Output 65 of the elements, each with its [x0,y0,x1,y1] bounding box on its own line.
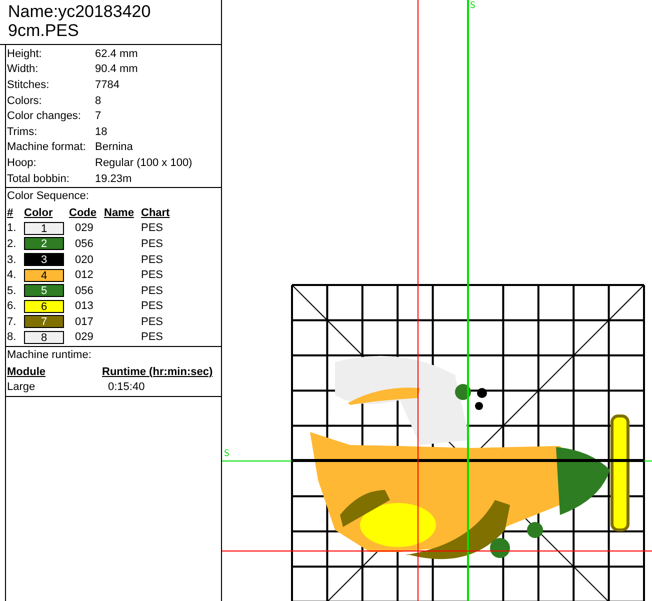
runtime-value: 0:15:40 [108,381,146,394]
row-index: 1. [7,222,18,234]
thread-chart: PES [141,331,164,344]
thread-chart: PES [141,284,164,297]
property-value: 7 [95,110,102,122]
property-value: 18 [95,126,108,138]
row-index: 3. [7,254,18,266]
row-index: 8. [7,331,18,344]
color-swatch: 5 [24,284,64,298]
row-index: 6. [7,300,18,312]
thread-code: 029 [74,331,94,344]
property-value: 8 [95,94,102,107]
column-header: Color [24,206,54,219]
property-value: 7784 [95,78,120,91]
thread-chart: PES [141,316,164,328]
column-header: Module [7,366,46,378]
thread-code: 029 [74,222,94,234]
property-value: 19.23m [95,172,133,185]
thread-code: 013 [74,300,94,312]
thread-chart: PES [141,238,164,250]
row-index: 7. [7,316,18,328]
row-index: 5. [7,284,18,297]
section-title: Machine runtime: [7,348,92,364]
start-marker-label: S [470,1,476,11]
property-label: Color changes: [7,110,82,122]
design-name: Name:yc20183420 [8,2,152,21]
color-swatch: 2 [24,237,64,250]
module-name: Large [7,381,36,394]
property-value: Regular (100 x 100) [95,156,194,169]
property-label: Trims: [7,126,38,138]
thread-code: 056 [74,284,94,297]
property-label: Machine format: [7,141,87,154]
color-swatch: 1 [24,222,64,235]
color-swatch: 3 [24,253,64,266]
color-swatch: 4 [24,268,64,282]
thread-code: 020 [74,254,94,266]
property-label: Colors: [7,94,43,107]
row-index: 2. [7,238,18,250]
thread-chart: PES [141,254,164,266]
column-header: Runtime (hr:min:sec) [102,366,214,378]
column-header: Name [104,206,135,219]
column-header: Code [69,206,98,219]
color-swatch: 6 [24,300,64,313]
thread-chart: PES [141,269,164,282]
color-swatch: 7 [24,315,64,328]
property-label: Stitches: [7,78,50,91]
thread-code: 056 [74,238,94,250]
row-index: 4. [7,269,18,282]
column-header: Chart [141,206,171,219]
property-label: Hoop: [7,156,38,169]
column-header: # [7,206,14,219]
section-title: Color Sequence: [7,189,90,204]
property-label: Total bobbin: [7,172,70,185]
thread-chart: PES [141,222,164,234]
property-value: 62.4 mm [95,48,139,60]
start-marker-label: S [224,449,230,459]
design-name: 9cm.PES [8,21,80,40]
thread-code: 017 [74,316,94,328]
property-label: Height: [7,48,43,60]
thread-chart: PES [141,300,164,312]
thread-code: 012 [74,269,94,282]
property-label: Width: [7,63,40,76]
color-swatch: 8 [24,330,64,344]
property-value: Bernina [95,141,134,154]
property-value: 90.4 mm [95,63,139,76]
